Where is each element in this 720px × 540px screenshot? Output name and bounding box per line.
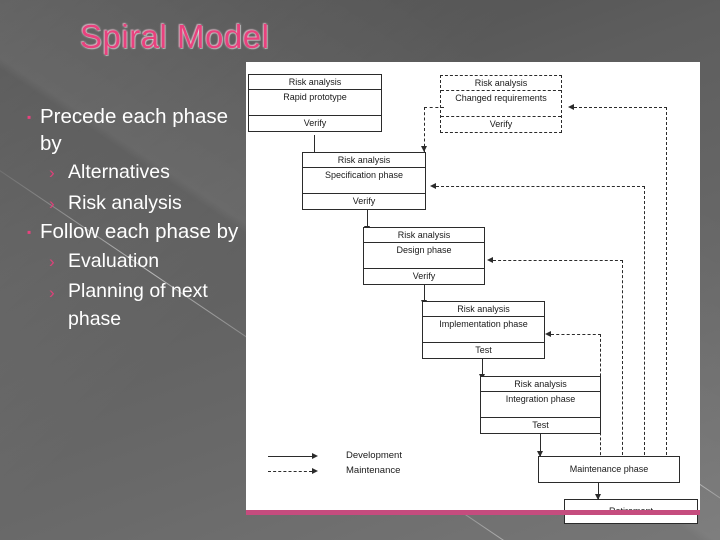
node-band-risk-analysis: Risk analysis — [364, 228, 484, 244]
node-band-verify: Verify — [352, 196, 376, 207]
node-band-verify: Verify — [303, 118, 327, 129]
arrowhead-left — [545, 330, 551, 337]
node-band-title: Specification phase — [303, 168, 425, 195]
node-band-risk-analysis: Risk analysis — [303, 153, 425, 169]
list-item-label: Follow each phase by — [40, 220, 239, 243]
list-item-label: Alternatives — [68, 161, 170, 183]
arrowhead-left — [568, 103, 574, 110]
node-band-risk-analysis: Risk analysis — [249, 75, 381, 91]
slide: Spiral Model ▪ Precede each phase by › A… — [0, 0, 720, 540]
arrowhead-left — [487, 256, 493, 263]
node-band-test: Test — [475, 345, 492, 356]
node-band-title: Design phase — [364, 243, 484, 270]
node-band-risk-analysis: Risk analysis — [441, 76, 561, 92]
node-specification-phase[interactable]: Risk analysis Specification phase Verify — [302, 152, 426, 210]
list-item-label: Evaluation — [68, 249, 160, 272]
node-rapid-prototype[interactable]: Risk analysis Rapid prototype Verify — [248, 74, 382, 132]
bullet-list: ▪ Precede each phase by › Alternatives ›… — [18, 104, 246, 333]
legend-solid-line-icon — [268, 456, 312, 457]
list-item: › Evaluation — [18, 246, 246, 277]
list-item-label: Precede each phase by — [40, 105, 229, 155]
feedback-line-outer-horizontal — [574, 107, 667, 108]
chevron-right-icon: › — [49, 163, 55, 182]
node-band-verify: Verify — [412, 271, 436, 282]
node-band-title: Changed requirements — [441, 91, 561, 118]
node-design-phase[interactable]: Risk analysis Design phase Verify — [363, 227, 485, 285]
legend-label: Development — [346, 450, 402, 461]
list-item: ▪ Follow each phase by — [18, 219, 246, 246]
chevron-right-icon: › — [49, 194, 55, 213]
node-band-title: Implementation phase — [423, 317, 544, 344]
node-changed-requirements[interactable]: Risk analysis Changed requirements Verif… — [440, 75, 562, 133]
list-item: › Risk analysis — [18, 188, 246, 219]
arrowhead-right — [312, 452, 318, 459]
node-band-risk-analysis: Risk analysis — [481, 377, 600, 393]
feedback-line-design-horizontal — [493, 260, 623, 261]
legend-label: Maintenance — [346, 465, 401, 476]
bullet-marker-icon: ▪ — [27, 110, 32, 124]
node-implementation-phase[interactable]: Risk analysis Implementation phase Test — [422, 301, 545, 359]
chevron-right-icon: › — [49, 251, 55, 271]
list-item-label: Risk analysis — [68, 192, 182, 214]
bullet-marker-icon: ▪ — [27, 225, 32, 239]
node-band-title: Maintenance phase — [569, 464, 649, 475]
list-item: › Alternatives — [18, 157, 246, 188]
legend-dashed-line-icon — [268, 471, 312, 472]
node-maintenance-phase[interactable]: Maintenance phase — [538, 456, 680, 483]
spiral-model-diagram-image: Risk analysis Rapid prototype Verify Ris… — [246, 62, 700, 524]
list-item: ▪ Precede each phase by — [18, 104, 246, 157]
node-band-test: Test — [532, 420, 549, 431]
feedback-line-design-vertical — [622, 260, 623, 460]
feedback-line-outer-vertical — [666, 107, 667, 460]
chevron-right-icon: › — [49, 282, 55, 302]
list-item-label: Planning of next phase — [68, 279, 208, 330]
arrowhead-left — [430, 182, 436, 189]
node-band-title: Integration phase — [481, 392, 600, 419]
picture-underline — [246, 510, 700, 515]
page-title: Spiral Model — [80, 18, 270, 55]
feedback-line-spec-vertical — [644, 186, 645, 460]
arrowhead-right — [312, 467, 318, 474]
diagram-canvas: Risk analysis Rapid prototype Verify Ris… — [246, 62, 700, 524]
node-integration-phase[interactable]: Risk analysis Integration phase Test — [480, 376, 601, 434]
node-band-title: Rapid prototype — [249, 90, 381, 117]
node-band-verify: Verify — [489, 119, 513, 130]
feedback-line-impl-horizontal — [551, 334, 601, 335]
feedback-line-spec-horizontal — [436, 186, 645, 187]
node-band-risk-analysis: Risk analysis — [423, 302, 544, 318]
list-item: › Planning of next phase — [18, 277, 246, 333]
